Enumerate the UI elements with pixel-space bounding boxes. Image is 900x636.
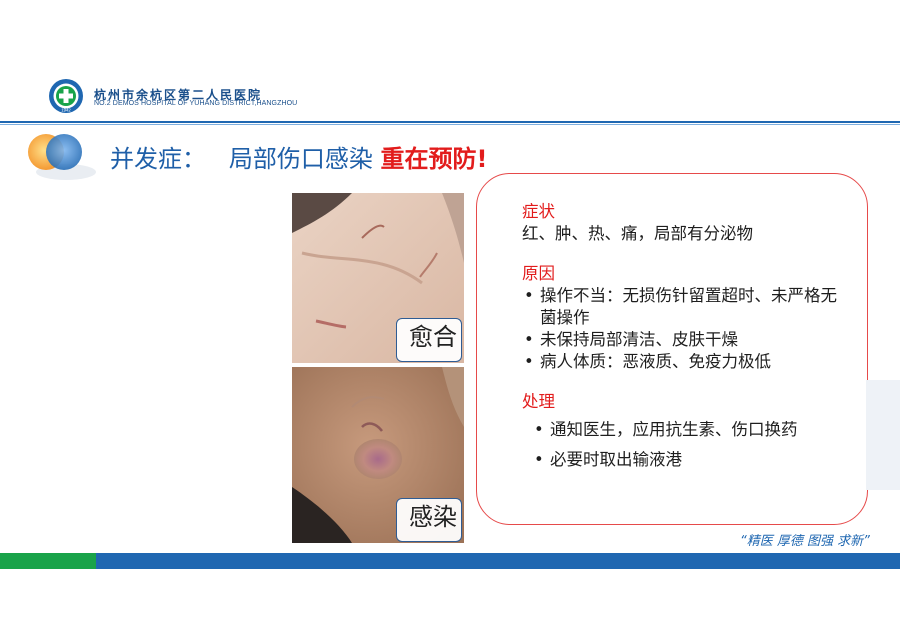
hospital-name-en: NO.2 DEMOS HOSPITAL OF YUHANG DISTRICT,H… xyxy=(94,100,298,107)
symptoms-text: 红、肿、热、痛，局部有分泌物 xyxy=(522,224,753,243)
causes-heading: 原因 xyxy=(522,264,555,283)
footer-bar-green xyxy=(0,553,96,569)
info-card-content: 症状 红、肿、热、痛，局部有分泌物 原因 操作不当：无损伤针留置超时、未严格无菌… xyxy=(522,201,842,471)
treatment-heading: 处理 xyxy=(522,392,555,411)
header-divider-light xyxy=(0,124,900,125)
infected-label: 感染 xyxy=(396,498,462,542)
cause-item: 未保持局部清洁、皮肤干燥 xyxy=(522,329,842,351)
header-divider xyxy=(0,121,900,123)
cause-item: 操作不当：无损伤针留置超时、未严格无菌操作 xyxy=(522,285,842,329)
title-topic: 局部伤口感染 xyxy=(228,145,373,173)
cause-item: 病人体质：恶液质、免疫力极低 xyxy=(522,351,842,373)
healed-label: 愈合 xyxy=(396,318,462,362)
logo-year: 1942 xyxy=(61,108,71,113)
title-circles-icon xyxy=(22,128,98,184)
treatment-item: 必要时取出输液港 xyxy=(532,449,842,471)
edge-decoration xyxy=(866,380,900,490)
symptoms-heading: 症状 xyxy=(522,202,555,221)
hospital-logo: 1942 xyxy=(48,78,84,114)
title-prefix: 并发症： xyxy=(110,145,206,173)
title-emphasis: 重在预防! xyxy=(380,145,488,173)
healed-label-text: 愈合 xyxy=(409,323,457,351)
infected-label-text: 感染 xyxy=(409,503,457,531)
hospital-slogan: “精医 厚德 图强 求新” xyxy=(740,534,870,549)
slide-title: 并发症： 局部伤口感染 重在预防! xyxy=(110,139,487,174)
treatment-item: 通知医生，应用抗生素、伤口换药 xyxy=(532,419,840,441)
footer-bar-blue xyxy=(96,553,900,569)
